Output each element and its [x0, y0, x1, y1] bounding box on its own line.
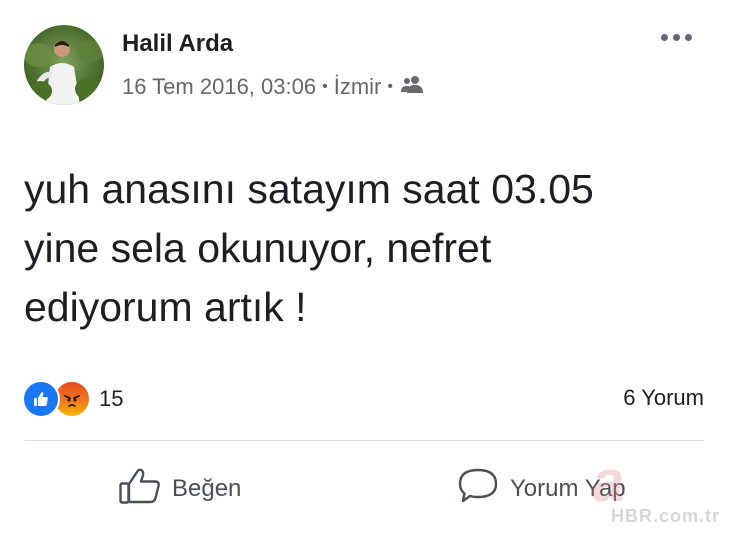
facebook-post: Halil Arda 16 Tem 2016, 03:06 • İzmir • … [0, 0, 730, 533]
friends-icon[interactable] [400, 74, 425, 100]
author-avatar[interactable] [24, 25, 104, 105]
post-text: yuh anasını satayım saat 03.05 yine sela… [24, 166, 594, 330]
post-location[interactable]: İzmir [334, 74, 382, 100]
author-name[interactable]: Halil Arda [122, 30, 233, 58]
watermark-text: HBR.com.tr [610, 506, 720, 526]
divider [24, 440, 704, 441]
thumbs-up-icon [118, 466, 162, 513]
like-button[interactable]: Beğen [118, 466, 241, 512]
comments-count-link[interactable]: 6 Yorum [623, 385, 704, 411]
meta-separator: • [322, 78, 328, 95]
reaction-count: 15 [99, 386, 124, 411]
post-meta: 16 Tem 2016, 03:06 • İzmir • [122, 74, 425, 100]
comment-bubble-icon [456, 466, 500, 513]
post-timestamp[interactable]: 16 Tem 2016, 03:06 [122, 74, 316, 100]
meta-separator: • [387, 78, 393, 95]
like-button-label: Beğen [172, 475, 242, 502]
like-reaction-icon [22, 380, 60, 418]
more-options-icon[interactable] [661, 34, 692, 41]
watermark-logo: a [592, 449, 625, 514]
reactions-summary[interactable]: 15 [22, 380, 123, 418]
